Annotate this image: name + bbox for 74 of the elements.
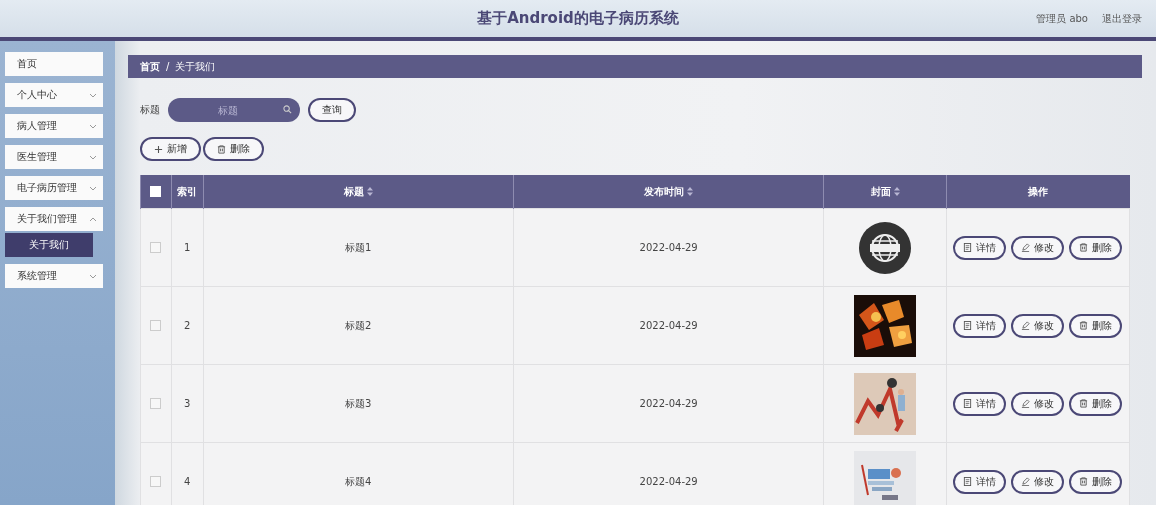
menu-item[interactable]: 病人管理: [5, 114, 103, 138]
menu-item[interactable]: 医生管理: [5, 145, 103, 169]
detail-button[interactable]: 详情: [953, 469, 1007, 494]
breadcrumb-item[interactable]: 首页: [140, 59, 160, 74]
detail-button[interactable]: 详情: [953, 235, 1007, 260]
row-checkbox[interactable]: [150, 320, 162, 332]
edit-button[interactable]: 修改: [1011, 235, 1065, 260]
column-header[interactable]: 标题: [343, 185, 364, 197]
delete-button[interactable]: 删除: [1069, 469, 1123, 494]
delete-button[interactable]: 删除: [1069, 235, 1123, 260]
logout-link[interactable]: 退出登录: [1102, 12, 1142, 26]
document-icon: [963, 399, 973, 408]
edit-button[interactable]: 修改: [1011, 391, 1065, 416]
column-header[interactable]: 封面: [870, 185, 891, 197]
breadcrumb-separator: /: [166, 61, 170, 72]
table-cell: 标题1: [203, 208, 514, 287]
menu-item[interactable]: 电子病历管理: [5, 176, 103, 200]
add-button[interactable]: 新增: [140, 137, 201, 161]
trash-icon: [1079, 399, 1089, 408]
menu-item[interactable]: 关于我们管理: [5, 207, 103, 231]
column-header: 索引: [177, 185, 198, 197]
edit-button[interactable]: 修改: [1011, 469, 1065, 494]
row-checkbox[interactable]: [150, 242, 162, 254]
pencil-icon: [1021, 243, 1031, 252]
chevron-icon: [89, 273, 97, 279]
select-all-checkbox[interactable]: [150, 186, 162, 198]
row-checkbox[interactable]: [150, 398, 162, 410]
document-icon: [963, 477, 973, 486]
chevron-icon: [89, 123, 97, 129]
delete-button[interactable]: 删除: [203, 137, 264, 161]
document-icon: [963, 321, 973, 330]
chevron-icon: [89, 154, 97, 160]
trash-icon: [1079, 477, 1089, 486]
pencil-icon: [1021, 477, 1031, 486]
sort-icon: [687, 187, 694, 196]
column-header[interactable]: 发布时间: [644, 185, 685, 197]
chevron-icon: [89, 216, 97, 222]
trash-icon: [1079, 321, 1089, 330]
plus-icon: [154, 144, 163, 154]
search-icon: [283, 105, 292, 114]
search-field[interactable]: 标题: [168, 98, 300, 122]
pencil-icon: [1021, 399, 1031, 408]
search-button[interactable]: 查询: [308, 98, 356, 122]
pencil-icon: [1021, 321, 1031, 330]
edit-button[interactable]: 修改: [1011, 313, 1065, 338]
table-cell: 2022-04-29: [513, 286, 824, 365]
table-cell: 2022-04-29: [513, 208, 824, 287]
user-name: 管理员 abo: [1036, 12, 1088, 26]
index-cell: 3: [171, 364, 204, 443]
index-cell: 2: [171, 286, 204, 365]
table-cell: 标题2: [203, 286, 514, 365]
delete-button[interactable]: 删除: [1069, 391, 1123, 416]
detail-button[interactable]: 详情: [953, 313, 1007, 338]
menu-item[interactable]: 个人中心: [5, 83, 103, 107]
sort-icon: [893, 187, 900, 196]
app-title: 基于Android的电子病历系统: [477, 9, 679, 28]
breadcrumb-item: 关于我们: [175, 59, 216, 74]
nav-item[interactable]: 首页: [5, 52, 103, 76]
chevron-icon: [89, 92, 97, 98]
trash-icon: [1079, 243, 1089, 252]
search-label: 标题: [140, 103, 160, 117]
detail-button[interactable]: 详情: [953, 391, 1007, 416]
sort-icon: [366, 187, 373, 196]
column-header: 操作: [1028, 185, 1049, 197]
chevron-icon: [89, 185, 97, 191]
delete-button[interactable]: 删除: [1069, 313, 1123, 338]
table-cell: 2022-04-29: [513, 364, 824, 443]
trash-icon: [217, 144, 226, 154]
table-cell: 标题3: [203, 364, 514, 443]
menu-item[interactable]: 系统管理: [5, 264, 103, 288]
document-icon: [963, 243, 973, 252]
index-cell: 1: [171, 208, 204, 287]
row-checkbox[interactable]: [150, 476, 162, 488]
submenu-item[interactable]: 关于我们: [5, 233, 93, 257]
